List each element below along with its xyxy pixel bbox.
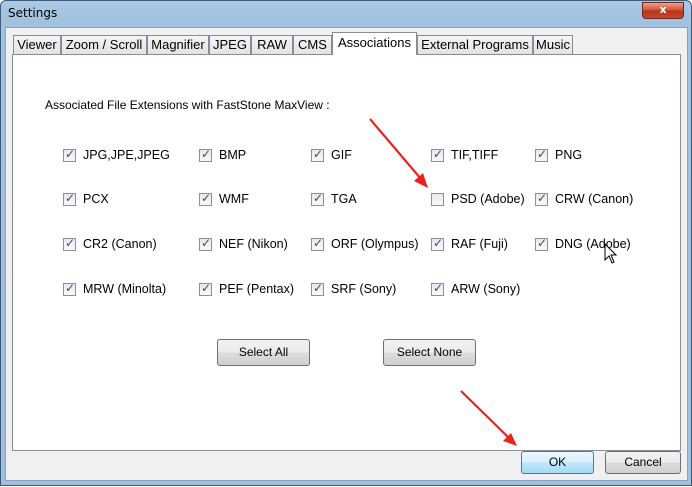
- arrow-to-psd-icon: [369, 118, 428, 188]
- tab-associations[interactable]: Associations: [332, 32, 417, 55]
- settings-window: Settings x Viewer Zoom / Scroll Magnifie…: [0, 0, 692, 486]
- arrow-to-ok-icon: [460, 390, 517, 446]
- annotation-arrows: [369, 118, 517, 446]
